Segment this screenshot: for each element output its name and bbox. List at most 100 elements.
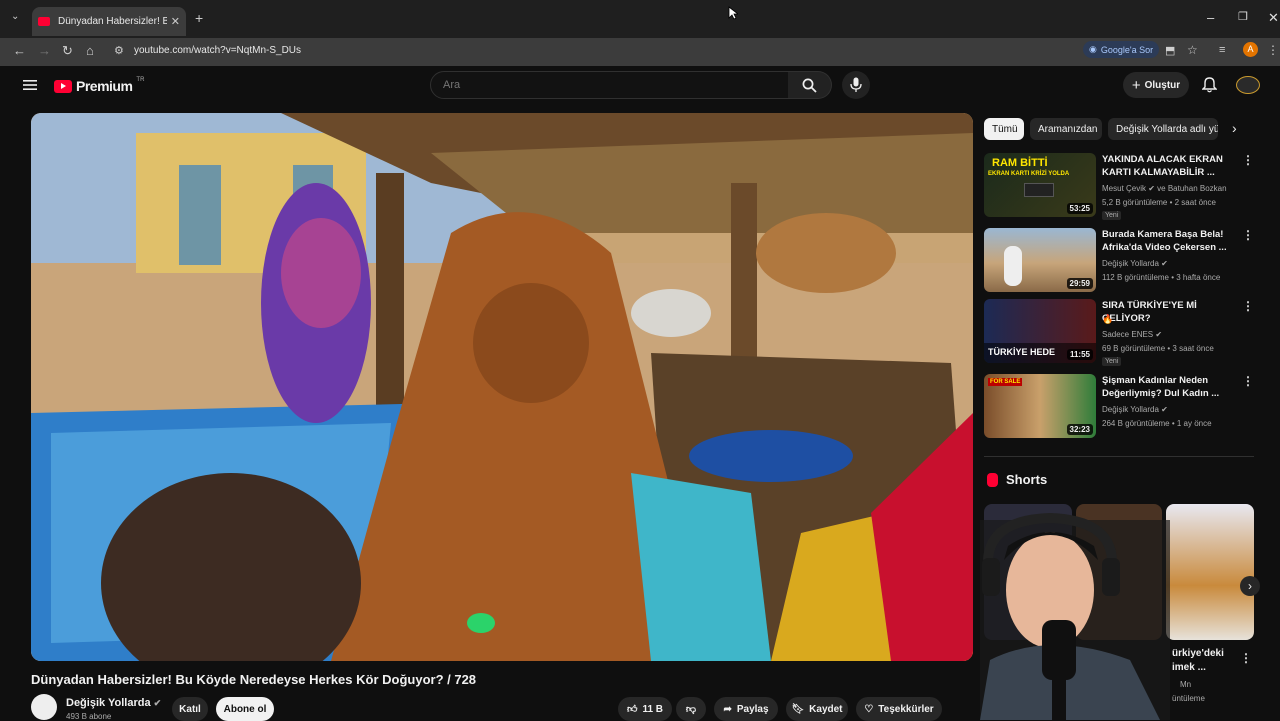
voice-search-button[interactable] bbox=[842, 71, 870, 99]
thumb-text: RAM BİTTİ bbox=[992, 157, 1048, 169]
share-button[interactable]: ➦ Paylaş bbox=[714, 697, 778, 721]
chip-from-search[interactable]: Aramanızdan bbox=[1030, 118, 1102, 140]
thumb-figure bbox=[1004, 246, 1022, 286]
more-options-icon[interactable]: ⋮ bbox=[1242, 154, 1254, 166]
video-title: Dünyadan Habersizler! Bu Köyde Neredeyse… bbox=[31, 672, 477, 687]
recommendation-meta: 69 B görüntüleme • 3 saat önce bbox=[1102, 344, 1214, 353]
duration-badge: 29:59 bbox=[1066, 278, 1093, 289]
thanks-heart-icon: ♡ bbox=[864, 703, 874, 715]
recommendation-thumbnail: 29:59 bbox=[984, 228, 1096, 292]
plus-icon: + bbox=[1131, 76, 1141, 94]
recommendation-thumbnail: FOR SALE 32:23 bbox=[984, 374, 1096, 438]
save-label: Kaydet bbox=[809, 703, 843, 715]
gpu-image bbox=[1024, 183, 1054, 197]
more-options-icon[interactable]: ⋮ bbox=[1242, 375, 1254, 387]
recommendation-channel: Sadece ENES ✔ bbox=[1102, 330, 1163, 339]
recommendation-item[interactable]: RAM BİTTİ EKRAN KARTI KRİZİ YOLDA 53:25 … bbox=[984, 153, 1254, 220]
recommendation-item[interactable]: TÜRKİYE HEDE 11:55 SIRA TÜRKİYE'YE Mİ GE… bbox=[984, 299, 1254, 366]
duration-badge: 32:23 bbox=[1066, 424, 1093, 435]
back-icon[interactable]: ← bbox=[13, 43, 26, 58]
home-icon[interactable]: ⌂ bbox=[86, 43, 94, 58]
recommendation-meta: 5,2 B görüntüleme • 2 saat önce bbox=[1102, 198, 1216, 207]
search-input[interactable] bbox=[430, 71, 789, 99]
chip-all[interactable]: Tümü bbox=[984, 118, 1024, 140]
profile-avatar[interactable]: A bbox=[1243, 42, 1258, 57]
fire-icon: 🔥 bbox=[1102, 314, 1114, 324]
webcam-overlay bbox=[960, 500, 1190, 720]
new-badge: Yeni bbox=[1102, 211, 1122, 220]
divider bbox=[984, 456, 1254, 457]
forward-icon[interactable]: → bbox=[38, 43, 51, 58]
join-label: Katıl bbox=[179, 703, 201, 715]
channel-avatar[interactable] bbox=[31, 694, 57, 720]
recommendation-meta: 112 B görüntüleme • 3 hafta önce bbox=[1102, 273, 1221, 282]
recommendation-item[interactable]: FOR SALE 32:23 Şişman Kadınlar Neden Değ… bbox=[984, 374, 1254, 440]
google-sor-button[interactable]: ◉ Google'a Sor bbox=[1083, 41, 1160, 58]
tab-close-icon[interactable]: ✕ bbox=[171, 15, 180, 28]
more-options-icon[interactable]: ⋮ bbox=[1242, 229, 1254, 241]
recommendation-item[interactable]: 29:59 Burada Kamera Başa Bela! Afrika'da… bbox=[984, 228, 1254, 294]
share-icon: ➦ bbox=[723, 703, 732, 715]
thumbs-down-icon: 👎︎ bbox=[685, 704, 697, 715]
bookmark-icon: 🔖︎ bbox=[791, 703, 805, 715]
recommendation-channel: Mesut Çevik ✔ ve Batuhan Bozkan bbox=[1102, 184, 1227, 193]
minimize-icon[interactable]: – bbox=[1207, 10, 1214, 25]
verified-icon: ✔ bbox=[153, 698, 162, 708]
bookmark-star-icon[interactable]: ☆ bbox=[1187, 43, 1198, 57]
video-player[interactable] bbox=[31, 113, 973, 661]
shorts-logo-icon bbox=[987, 472, 998, 487]
shorts-heading: Shorts bbox=[1006, 472, 1048, 487]
recommendation-thumbnail: TÜRKİYE HEDE 11:55 bbox=[984, 299, 1096, 363]
chips-next-icon[interactable]: › bbox=[1232, 120, 1237, 136]
shorts-next-icon[interactable]: › bbox=[1240, 576, 1260, 596]
new-tab-icon[interactable]: + bbox=[195, 10, 203, 26]
like-button[interactable]: 👍︎ 11 B bbox=[618, 697, 672, 721]
microphone-icon bbox=[850, 77, 862, 92]
youtube-premium-logo[interactable]: Premium TR bbox=[54, 77, 145, 94]
site-info-icon[interactable]: ⚙ bbox=[114, 44, 124, 57]
more-options-icon[interactable]: ⋮ bbox=[1242, 300, 1254, 312]
duration-badge: 53:25 bbox=[1066, 203, 1093, 214]
reload-icon[interactable]: ↻ bbox=[62, 43, 73, 59]
search-button[interactable] bbox=[788, 71, 832, 99]
maximize-icon[interactable]: ❐ bbox=[1238, 10, 1248, 23]
logo-region: TR bbox=[136, 77, 145, 83]
thumb-text: TÜRKİYE HEDE bbox=[988, 347, 1056, 357]
save-button[interactable]: 🔖︎ Kaydet bbox=[786, 697, 848, 721]
channel-name[interactable]: Değişik Yollarda ✔ bbox=[66, 697, 161, 709]
join-button[interactable]: Katıl bbox=[172, 697, 208, 721]
user-avatar[interactable] bbox=[1236, 76, 1260, 94]
channel-text: Sadece ENES bbox=[1102, 330, 1154, 339]
dislike-button[interactable]: 👎︎ bbox=[676, 697, 706, 721]
collab-text: ve Batuhan Bozkan bbox=[1157, 184, 1227, 193]
channel-text: Mesut Çevik bbox=[1102, 184, 1147, 193]
shorts-header: Shorts bbox=[987, 472, 1047, 487]
thanks-button[interactable]: ♡ Teşekkürler bbox=[856, 697, 942, 721]
subscribe-button[interactable]: Abone ol bbox=[216, 697, 274, 721]
recommendation-thumbnail: RAM BİTTİ EKRAN KARTI KRİZİ YOLDA 53:25 bbox=[984, 153, 1096, 217]
short-more-icon[interactable]: ⋮ bbox=[1240, 651, 1252, 665]
recommendation-title: SIRA TÜRKİYE'YE Mİ GELİYOR? bbox=[1102, 300, 1197, 324]
url-text[interactable]: youtube.com/watch?v=NqtMn-S_DUs bbox=[134, 45, 301, 56]
menu-icon[interactable] bbox=[23, 79, 37, 91]
like-count: 11 B bbox=[642, 703, 664, 715]
tab-list-icon[interactable]: ⌄ bbox=[11, 11, 19, 22]
subscribe-label: Abone ol bbox=[223, 703, 267, 715]
thumb-text: FOR SALE bbox=[988, 378, 1023, 386]
create-label: Oluştur bbox=[1144, 79, 1181, 91]
google-sor-label: Google'a Sor bbox=[1100, 44, 1154, 55]
chip-channel-uploads[interactable]: Değişik Yollarda adlı yük bbox=[1108, 118, 1218, 140]
browser-menu-icon[interactable]: ⋮ bbox=[1267, 43, 1279, 57]
notifications-bell-icon[interactable] bbox=[1202, 77, 1217, 93]
browser-tab-bar: ⌄ Dünyadan Habersizler! Bu Köyde ✕ + – ❐… bbox=[0, 0, 1280, 38]
window-close-icon[interactable]: ✕ bbox=[1268, 10, 1279, 26]
thumbs-up-icon: 👍︎ bbox=[626, 704, 638, 715]
install-app-icon[interactable]: ⬒ bbox=[1165, 44, 1175, 57]
channel-name-text: Değişik Yollarda bbox=[66, 697, 151, 709]
search-icon bbox=[802, 78, 817, 93]
browser-tab[interactable]: Dünyadan Habersizler! Bu Köyde ✕ bbox=[32, 7, 186, 36]
create-button[interactable]: + Oluştur bbox=[1123, 72, 1189, 98]
recommendation-title: YAKINDA ALACAK EKRAN KARTI KALMAYABİLİR … bbox=[1102, 154, 1223, 178]
tab-search-icon[interactable]: ≡ bbox=[1219, 44, 1225, 56]
duration-badge: 11:55 bbox=[1066, 349, 1093, 360]
